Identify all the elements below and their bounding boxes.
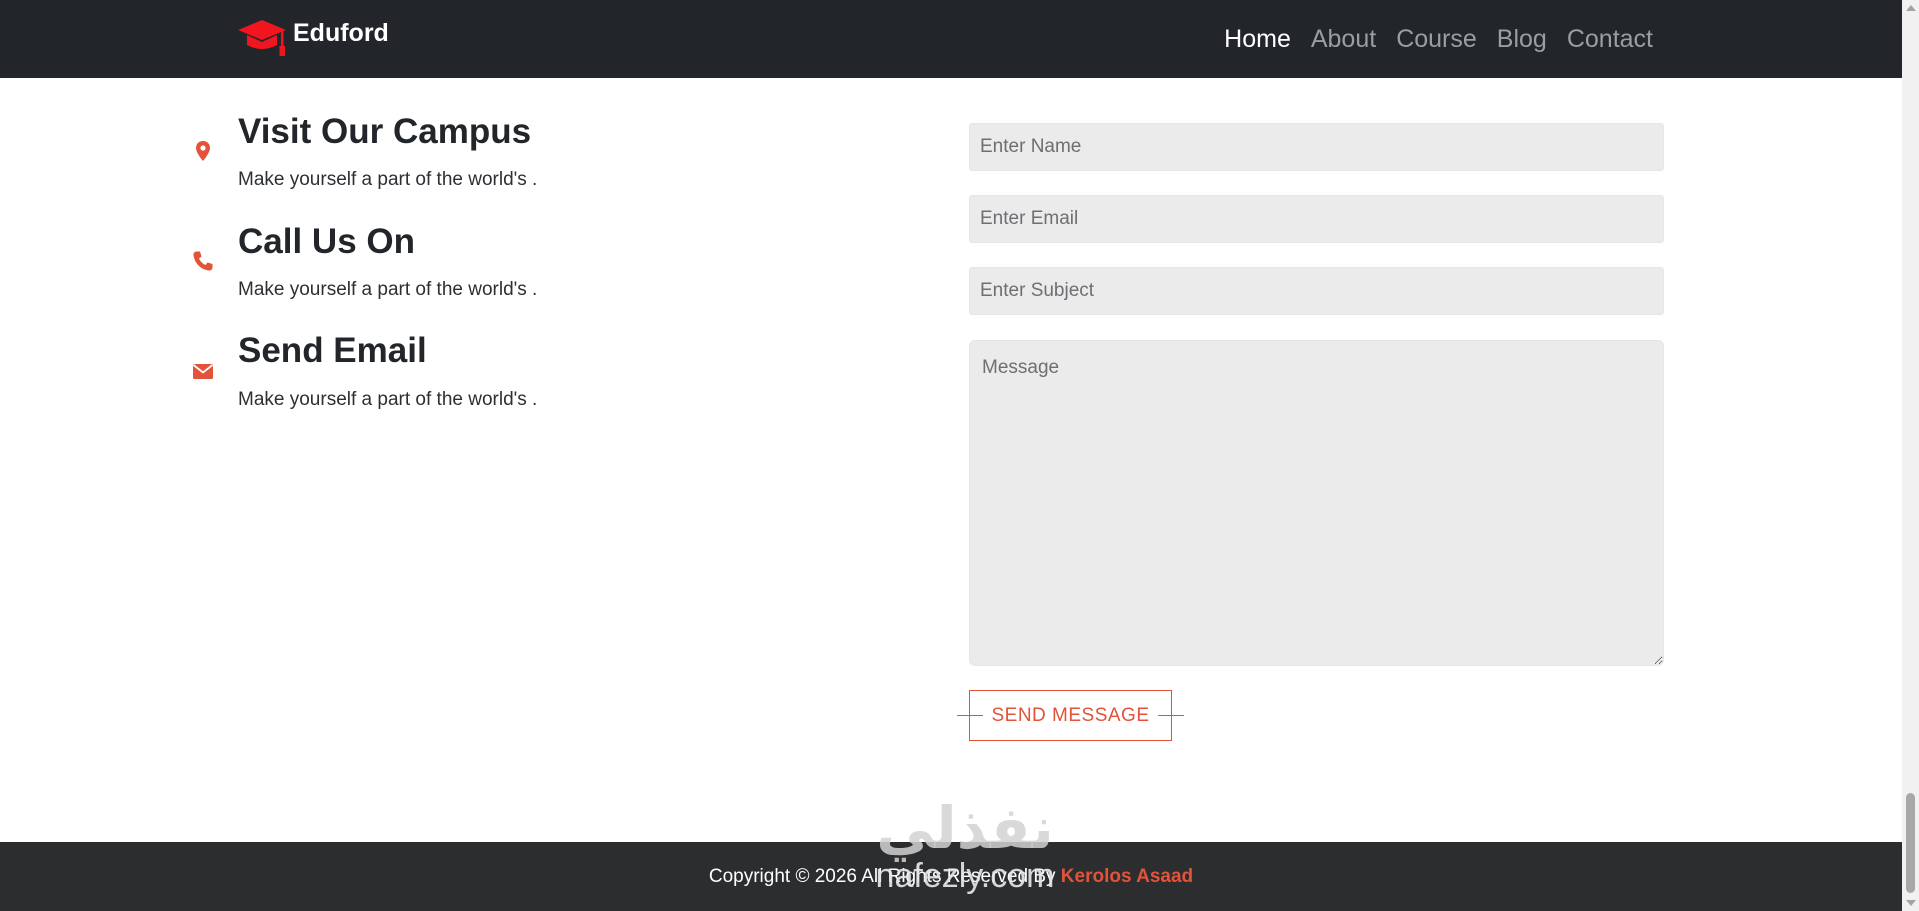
scroll-up-arrow-icon[interactable] bbox=[1906, 5, 1916, 11]
page-scrollbar[interactable] bbox=[1902, 0, 1919, 911]
author-link[interactable]: Kerolos Asaad bbox=[1061, 866, 1193, 887]
phone-icon bbox=[193, 251, 213, 271]
scrollbar-thumb[interactable] bbox=[1906, 793, 1915, 893]
info-title: Send Email bbox=[238, 331, 427, 370]
copyright-label: Copyright © 2026 All Rights Reserved By bbox=[708, 866, 1061, 887]
send-message-label: SEND MESSAGE bbox=[991, 704, 1150, 726]
nav-about[interactable]: About bbox=[1311, 22, 1376, 56]
info-text: Make yourself a part of the world's . bbox=[238, 389, 538, 410]
envelope-icon bbox=[192, 364, 214, 379]
nav-blog[interactable]: Blog bbox=[1497, 22, 1547, 56]
footer: Copyright © 2026 All Rights Reserved By … bbox=[0, 842, 1902, 911]
info-text: Make yourself a part of the world's . bbox=[238, 169, 538, 190]
main-nav: Home About Course Blog Contact bbox=[1224, 22, 1653, 56]
button-decoration-left bbox=[957, 715, 983, 716]
navbar: Eduford Home About Course Blog Contact bbox=[0, 0, 1902, 78]
info-text: Make yourself a part of the world's . bbox=[238, 279, 538, 300]
button-decoration-right bbox=[1158, 715, 1184, 716]
info-title: Call Us On bbox=[238, 222, 415, 261]
copyright-text: Copyright © 2026 All Rights Reserved By … bbox=[0, 866, 1902, 888]
send-message-button[interactable]: SEND MESSAGE bbox=[957, 690, 1184, 741]
email-input[interactable] bbox=[969, 195, 1664, 243]
name-input[interactable] bbox=[969, 123, 1664, 171]
graduation-cap-icon bbox=[238, 20, 286, 56]
message-textarea[interactable] bbox=[969, 340, 1664, 666]
subject-input[interactable] bbox=[969, 267, 1664, 315]
scroll-down-arrow-icon[interactable] bbox=[1906, 900, 1916, 906]
map-pin-icon bbox=[196, 141, 210, 161]
nav-course[interactable]: Course bbox=[1396, 22, 1477, 56]
brand-logo-link[interactable]: Eduford bbox=[237, 18, 389, 60]
nav-contact[interactable]: Contact bbox=[1567, 22, 1653, 56]
brand-name: Eduford bbox=[293, 18, 389, 47]
nav-home[interactable]: Home bbox=[1224, 22, 1291, 56]
info-title: Visit Our Campus bbox=[238, 112, 532, 151]
